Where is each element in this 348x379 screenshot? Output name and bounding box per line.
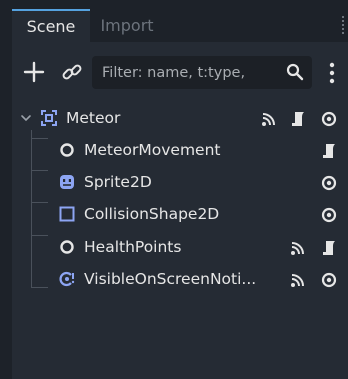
plus-icon (23, 61, 45, 83)
visibility-icon[interactable] (320, 206, 338, 224)
scene-toolbar (12, 42, 348, 102)
tree-row-healthpoints[interactable]: HealthPoints (12, 230, 348, 264)
search-icon[interactable] (286, 63, 304, 81)
visibility-icon[interactable] (320, 174, 338, 192)
visibility-icon[interactable] (320, 271, 338, 289)
tree-row-visibleonscreennotifier[interactable]: VisibleOnScreenNoti... (12, 262, 348, 296)
scene-dock-panel: Meteor MeteorMovement (12, 42, 348, 379)
tab-scene[interactable]: Scene (12, 9, 90, 42)
tree-row-meteor[interactable]: Meteor (12, 101, 348, 135)
node-name: MeteorMovement (84, 141, 221, 159)
node-name: Sprite2D (84, 173, 152, 191)
dock-menu-handle[interactable] (342, 16, 348, 34)
script-icon[interactable] (320, 239, 338, 257)
signal-icon[interactable] (260, 110, 278, 128)
node-icon (60, 143, 74, 157)
instantiate-scene-button[interactable] (60, 60, 84, 84)
node2d-icon (41, 110, 57, 126)
visibility-icon[interactable] (320, 110, 338, 128)
script-icon[interactable] (289, 110, 307, 128)
signal-icon[interactable] (289, 271, 307, 289)
kebab-menu-icon (329, 62, 335, 84)
visibleonscreennotifier-icon (59, 271, 75, 287)
add-node-button[interactable] (22, 60, 46, 84)
tree-row-collisionshape2d[interactable]: CollisionShape2D (12, 197, 348, 231)
sprite2d-icon (60, 175, 74, 189)
chevron-down-icon[interactable] (20, 112, 32, 124)
node-name: HealthPoints (84, 238, 182, 256)
link-icon (62, 64, 82, 80)
collisionshape2d-icon (59, 206, 75, 222)
scene-menu-button[interactable] (324, 60, 340, 86)
tree-row-sprite2d[interactable]: Sprite2D (12, 165, 348, 199)
node-name: CollisionShape2D (84, 205, 220, 223)
tree-row-meteormovement[interactable]: MeteorMovement (12, 133, 348, 167)
signal-icon[interactable] (289, 239, 307, 257)
dock-tab-bar: Scene Import (0, 0, 348, 42)
tab-import[interactable]: Import (92, 9, 162, 42)
node-name: Meteor (66, 109, 121, 127)
node-icon (60, 240, 74, 254)
node-name: VisibleOnScreenNoti... (84, 270, 257, 288)
filter-field[interactable] (92, 56, 312, 89)
filter-input[interactable] (102, 56, 272, 89)
script-icon[interactable] (320, 142, 338, 160)
